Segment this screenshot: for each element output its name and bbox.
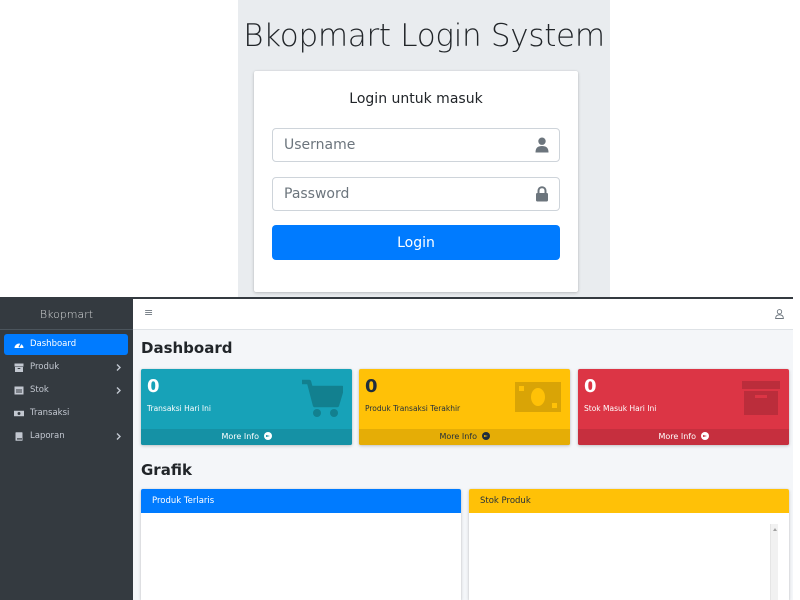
card-header: Produk Terlaris	[141, 489, 461, 513]
scroll-up-arrow-icon[interactable]	[773, 528, 777, 531]
more-info-link[interactable]: More Info	[359, 429, 570, 445]
username-field-group	[272, 128, 560, 162]
sidebar-item-label: Produk	[30, 362, 60, 372]
tachometer-icon	[14, 343, 24, 348]
sidebar-nav: Dashboard Produk Stok Transaksi Laporan	[0, 330, 133, 447]
sidebar-item-transaksi[interactable]: Transaksi	[4, 403, 128, 424]
scrollbar[interactable]	[770, 524, 778, 600]
card-stok-produk: Stok Produk	[469, 489, 789, 600]
card-header: Stok Produk	[469, 489, 789, 513]
info-box-value: 0	[365, 376, 378, 397]
lock-icon	[536, 186, 548, 202]
login-page: Bkopmart Login System Login untuk masuk …	[238, 0, 610, 297]
more-info-label: More Info	[221, 432, 259, 441]
more-info-label: More Info	[439, 432, 477, 441]
chevron-right-icon	[116, 433, 121, 440]
warehouse-icon	[14, 386, 24, 395]
archive-icon	[742, 381, 780, 415]
sidebar-item-label: Laporan	[30, 431, 65, 441]
grafik-title: Grafik	[141, 461, 192, 479]
arrow-circle-right-icon	[263, 432, 272, 440]
login-message: Login untuk masuk	[349, 91, 483, 107]
info-box-label: Transaksi Hari Ini	[147, 404, 211, 413]
login-button[interactable]: Login	[272, 225, 560, 260]
money-bill-icon	[515, 382, 561, 412]
sidebar-item-label: Dashboard	[30, 339, 77, 349]
info-box-label: Produk Transaksi Terakhir	[365, 404, 461, 413]
info-box-value: 0	[584, 376, 597, 397]
chevron-right-icon	[116, 387, 121, 394]
sidebar-item-dashboard[interactable]: Dashboard	[4, 334, 128, 355]
more-info-label: More Info	[658, 432, 696, 441]
content-wrapper: Dashboard 0 Transaksi Hari Ini More Info…	[133, 330, 793, 600]
more-info-link[interactable]: More Info	[141, 429, 352, 445]
info-box-transaksi: 0 Transaksi Hari Ini More Info	[141, 369, 352, 445]
sidebar-item-label: Transaksi	[30, 408, 70, 418]
hamburger-icon[interactable]: ≡	[144, 306, 153, 319]
sidebar-item-produk[interactable]: Produk	[4, 357, 128, 378]
top-navbar: ≡	[133, 299, 793, 330]
chevron-right-icon	[116, 364, 121, 371]
password-input[interactable]	[273, 178, 523, 210]
dashboard-title: Dashboard	[141, 339, 233, 357]
user-outline-icon[interactable]	[775, 309, 784, 319]
arrow-circle-right-icon	[481, 432, 490, 440]
user-icon	[535, 137, 549, 153]
book-icon	[15, 432, 23, 441]
arrow-circle-right-icon	[700, 432, 709, 440]
username-input[interactable]	[273, 129, 523, 161]
card-produk-terlaris: Produk Terlaris	[141, 489, 461, 600]
info-box-value: 0	[147, 376, 160, 397]
sidebar-item-laporan[interactable]: Laporan	[4, 426, 128, 447]
sidebar-item-label: Stok	[30, 385, 49, 395]
login-title: Bkopmart Login System	[243, 18, 605, 54]
info-box-produk-transaksi: 0 Produk Transaksi Terakhir More Info	[359, 369, 570, 445]
box-icon	[14, 363, 24, 372]
more-info-link[interactable]: More Info	[578, 429, 789, 445]
sidebar-item-stok[interactable]: Stok	[4, 380, 128, 401]
money-bill-icon	[14, 410, 24, 417]
info-box-label: Stok Masuk Hari Ini	[584, 404, 657, 413]
sidebar: Bkopmart Dashboard Produk Stok Transaksi…	[0, 299, 133, 600]
brand-link[interactable]: Bkopmart	[0, 299, 133, 330]
login-card: Login untuk masuk Login	[254, 71, 578, 292]
info-box-stok-masuk: 0 Stok Masuk Hari Ini More Info	[578, 369, 789, 445]
shopping-cart-icon	[302, 379, 343, 417]
password-field-group	[272, 177, 560, 211]
